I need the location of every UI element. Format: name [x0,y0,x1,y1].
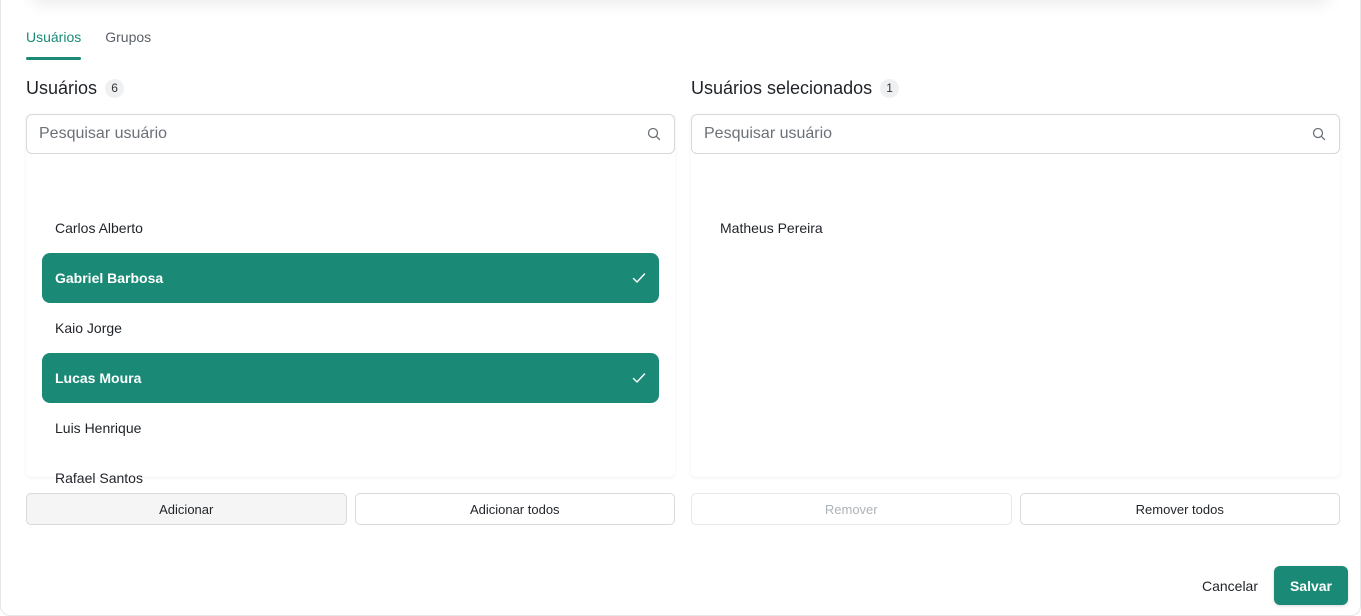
count-badge: 6 [105,78,125,98]
cancel-button[interactable]: Cancelar [1202,578,1258,594]
search-input[interactable] [39,125,646,143]
count-badge: 1 [880,78,900,98]
list-item[interactable]: Carlos Alberto [42,203,659,253]
panel-header: Usuários selecionados 1 [691,76,1340,100]
list-item[interactable]: Matheus Pereira [707,203,1324,253]
search-icon[interactable] [1311,126,1327,142]
list-item[interactable]: Gabriel Barbosa [42,253,659,303]
add-button[interactable]: Adicionar [26,493,347,525]
list-item-label: Rafael Santos [55,470,143,486]
check-icon [632,272,646,284]
panel-header: Usuários 6 [26,76,675,100]
tab-bar: Usuários Grupos [26,29,151,60]
check-icon [632,372,646,384]
dialog-footer: Cancelar Salvar [1202,566,1348,605]
list-item[interactable]: Kaio Jorge [42,303,659,353]
tab-usuarios[interactable]: Usuários [26,29,82,60]
list-item-label: Lucas Moura [55,370,142,386]
selected-users-panel: Usuários selecionados 1 Matheus Pereira … [691,76,1340,525]
available-users-panel: Usuários 6 Carlos Alberto Gabriel Barbos… [26,76,675,525]
list-item-label: Luis Henrique [55,420,142,436]
list-item-label: Matheus Pereira [720,220,823,236]
left-actions: Adicionar Adicionar todos [26,493,675,525]
list-item-label: Gabriel Barbosa [55,270,164,286]
add-all-button[interactable]: Adicionar todos [354,493,675,525]
save-button[interactable]: Salvar [1274,566,1348,605]
search-icon[interactable] [646,126,662,142]
right-actions: Remover Remover todos [691,493,1340,525]
search-input[interactable] [704,125,1311,143]
search-field[interactable] [26,114,675,154]
remove-button[interactable]: Remover [691,493,1012,525]
user-list: Carlos Alberto Gabriel Barbosa Kaio Jorg… [42,203,659,503]
list-item-label: Carlos Alberto [55,220,143,236]
list-item[interactable]: Luis Henrique [42,403,659,453]
remove-all-button[interactable]: Remover todos [1019,493,1340,525]
tab-grupos[interactable]: Grupos [105,29,151,60]
list-item-label: Kaio Jorge [55,320,122,336]
selected-user-list: Matheus Pereira [707,203,1324,253]
panel-title: Usuários [26,77,98,98]
search-field[interactable] [691,114,1340,154]
selected-list-box: Matheus Pereira [691,114,1340,477]
list-item[interactable]: Lucas Moura [42,353,659,403]
panel-title: Usuários selecionados [691,77,873,98]
user-list-box: Carlos Alberto Gabriel Barbosa Kaio Jorg… [26,114,675,486]
